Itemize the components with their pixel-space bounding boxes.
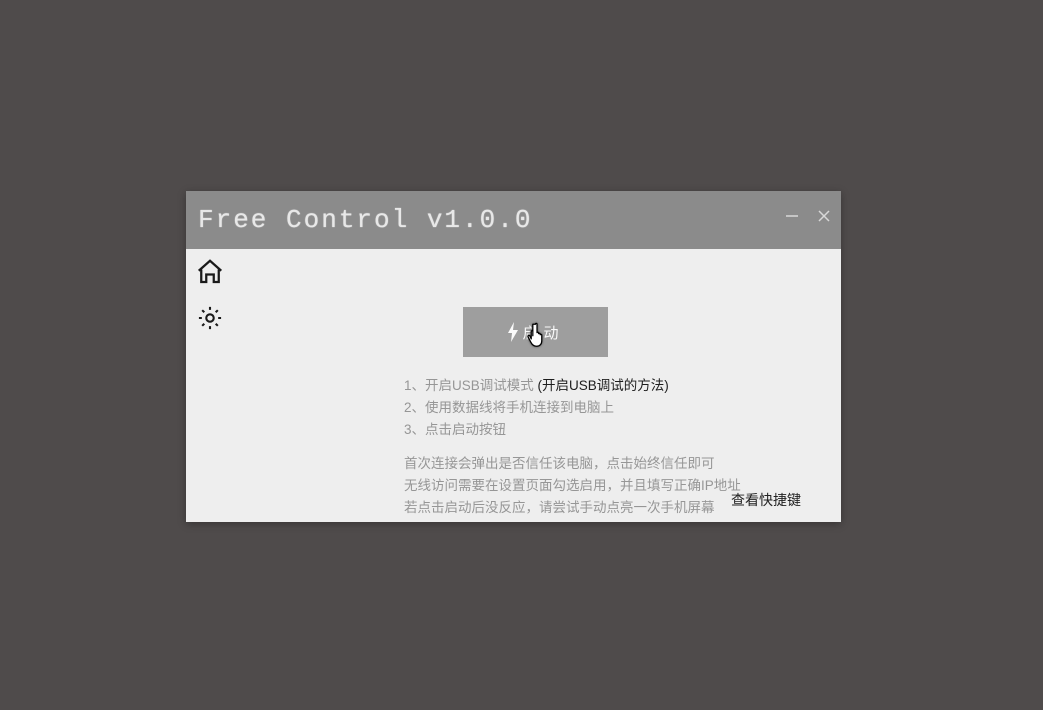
note-line-3: 若点击启动后没反应，请尝试手动点亮一次手机屏幕 xyxy=(404,497,741,519)
titlebar: Free Control v1.0.0 xyxy=(186,191,841,249)
note-line-2: 无线访问需要在设置页面勾选启用，并且填写正确IP地址 xyxy=(404,475,741,497)
window-controls xyxy=(785,209,831,223)
view-shortcuts-link[interactable]: 查看快捷键 xyxy=(731,490,801,510)
window-title: Free Control v1.0.0 xyxy=(198,205,532,235)
usb-debug-help-link[interactable]: (开启USB调试的方法) xyxy=(538,378,669,393)
start-button-label: 启动 xyxy=(522,322,564,343)
minimize-button[interactable] xyxy=(785,209,799,223)
notes: 首次连接会弹出是否信任该电脑，点击始终信任即可 无线访问需要在设置页面勾选启用，… xyxy=(404,453,741,519)
app-window: Free Control v1.0.0 xyxy=(186,191,841,522)
close-button[interactable] xyxy=(817,209,831,223)
main-content: 启动 1、开启USB调试模式 (开启USB调试的方法) 2、使用数据线将手机连接… xyxy=(234,249,841,522)
note-line-1: 首次连接会弹出是否信任该电脑，点击始终信任即可 xyxy=(404,453,741,475)
instruction-step-3: 3、点击启动按钮 xyxy=(404,419,669,441)
gear-icon xyxy=(196,304,224,337)
instruction-step-2: 2、使用数据线将手机连接到电脑上 xyxy=(404,397,669,419)
instructions: 1、开启USB调试模式 (开启USB调试的方法) 2、使用数据线将手机连接到电脑… xyxy=(404,375,669,441)
instruction-step-1: 1、开启USB调试模式 (开启USB调试的方法) xyxy=(404,375,669,397)
lightning-icon xyxy=(506,322,520,342)
home-icon xyxy=(195,257,225,292)
body-area: 启动 1、开启USB调试模式 (开启USB调试的方法) 2、使用数据线将手机连接… xyxy=(186,249,841,522)
start-button[interactable]: 启动 xyxy=(463,307,608,357)
sidebar-item-home[interactable] xyxy=(193,257,227,291)
step1-text: 1、开启USB调试模式 xyxy=(404,378,534,393)
sidebar xyxy=(186,249,234,522)
sidebar-item-settings[interactable] xyxy=(193,303,227,337)
